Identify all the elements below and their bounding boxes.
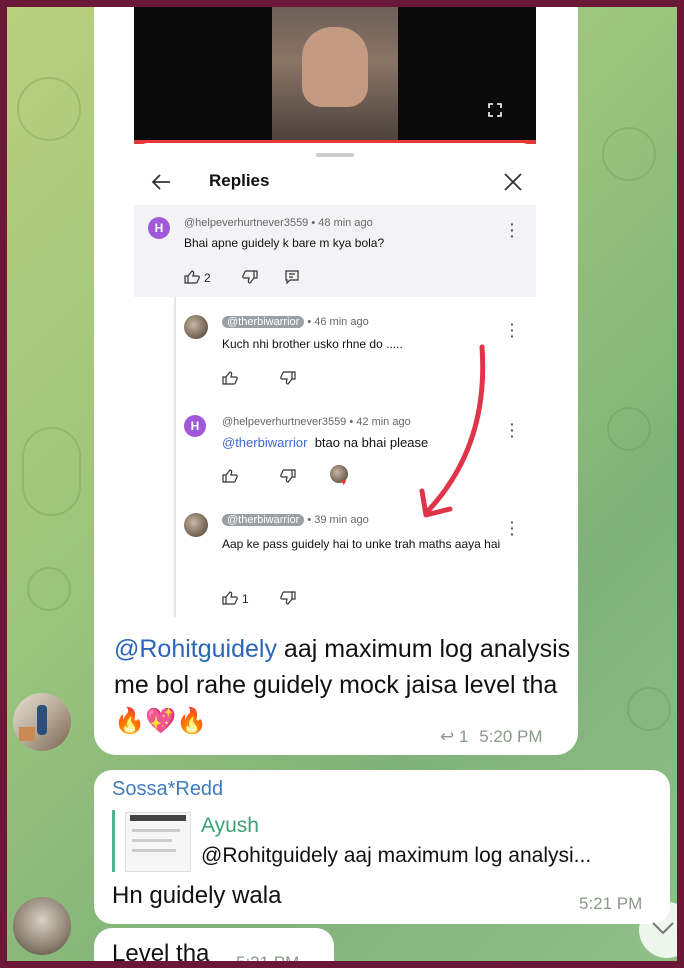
thumb-line <box>132 839 172 842</box>
message-text: @Rohitguidely aaj maximum log analysis m… <box>114 631 574 739</box>
avatar-box <box>19 727 35 741</box>
comment-user[interactable]: @helpeverhurtnever3559 <box>222 416 346 428</box>
kebab-icon[interactable]: · · · <box>510 417 515 443</box>
comment-user-tag[interactable]: @therbiwarrior <box>222 514 305 526</box>
comment-age: 39 min ago <box>314 514 369 526</box>
message-time: 5:21 PM <box>579 894 643 913</box>
like-icon[interactable] <box>222 469 238 483</box>
background-doodle <box>627 687 671 731</box>
like-icon[interactable] <box>222 371 238 385</box>
reply-count: 1 <box>458 727 469 746</box>
message-text: Level tha <box>112 940 210 961</box>
reply-icon[interactable] <box>284 270 300 284</box>
embedded-screenshot[interactable]: Replies H @helpeverhurtnever3559 • 48 mi… <box>94 7 578 617</box>
replies-header: Replies <box>134 143 536 205</box>
sender-name[interactable]: Sossa*Redd <box>112 778 223 801</box>
video-player[interactable] <box>134 7 536 143</box>
comment-meta: @therbiwarrior • 39 min ago <box>222 514 369 526</box>
like-count: 2 <box>204 271 211 285</box>
kebab-icon[interactable]: · · · <box>510 317 515 343</box>
replies-panel: Replies H @helpeverhurtnever3559 • 48 mi… <box>134 143 536 617</box>
kebab-icon[interactable]: · · · <box>510 515 515 541</box>
message-bubble[interactable]: Level tha 5:21 PM <box>94 928 334 961</box>
avatar[interactable]: H <box>184 415 206 437</box>
message-mention[interactable]: @Rohitguidely <box>114 635 277 663</box>
avatar[interactable] <box>184 315 208 339</box>
comment-body: btao na bhai please <box>314 435 429 450</box>
comment-user[interactable]: @helpeverhurtnever3559 <box>184 217 308 229</box>
video-thumbnail-hands <box>302 27 368 107</box>
red-arrow-annotation <box>419 344 486 518</box>
comment-text: Aap ke pass guidely hai to unke trah mat… <box>222 537 501 551</box>
avatar[interactable] <box>184 513 208 537</box>
kebab-icon[interactable]: · · · <box>510 217 515 243</box>
emoji-reactions: 🔥💖🔥 <box>114 707 208 735</box>
chat-background: Replies H @helpeverhurtnever3559 • 48 mi… <box>7 7 677 961</box>
background-doodle <box>27 567 71 611</box>
comment-age: 42 min ago <box>356 416 411 428</box>
comment-text: Kuch nhi brother usko rhne do ..... <box>222 337 403 351</box>
comment-age: 46 min ago <box>314 316 369 328</box>
reply-count-area[interactable]: ↩ 1 5:20 PM <box>440 727 543 747</box>
message-bubble-photo[interactable]: Replies H @helpeverhurtnever3559 • 48 mi… <box>94 7 578 755</box>
quote-text: @Rohitguidely aaj maximum log analysi... <box>201 844 592 867</box>
quote-thumbnail <box>125 812 191 872</box>
back-arrow-icon[interactable] <box>150 171 172 193</box>
dislike-icon[interactable] <box>242 270 258 284</box>
comment-mention[interactable]: @therbiwarrior <box>222 435 307 450</box>
comment-meta: @helpeverhurtnever3559 • 42 min ago <box>222 416 411 428</box>
dislike-icon[interactable] <box>280 591 296 605</box>
like-icon[interactable] <box>222 591 238 605</box>
quote-author: Ayush <box>201 814 259 837</box>
replies-title: Replies <box>209 171 270 190</box>
background-doodle <box>17 77 81 141</box>
background-doodle <box>607 407 651 451</box>
message-text: Hn guidely wala <box>112 882 282 909</box>
sender-avatar[interactable] <box>13 897 71 955</box>
quoted-message[interactable]: Ayush @Rohitguidely aaj maximum log anal… <box>112 810 665 872</box>
thumb-bar <box>130 815 186 821</box>
avatar[interactable]: H <box>148 217 170 239</box>
chevron-down-icon <box>652 922 674 935</box>
background-doodle <box>602 127 656 181</box>
like-count: 1 <box>242 592 249 606</box>
comment-top: H @helpeverhurtnever3559 • 48 min ago Bh… <box>134 205 536 297</box>
fullscreen-icon[interactable] <box>488 103 502 117</box>
message-time: 5:20 PM <box>479 727 543 746</box>
message-time: 5:21 PM <box>236 953 299 961</box>
thumb-line <box>132 829 180 832</box>
dislike-icon[interactable] <box>280 469 296 483</box>
avatar-figure <box>37 705 47 735</box>
like-icon[interactable] <box>184 270 200 284</box>
comment-meta: @helpeverhurtnever3559 • 48 min ago <box>184 217 373 229</box>
message-bubble-reply[interactable]: Sossa*Redd Ayush @Rohitguidely aaj maxim… <box>94 770 670 924</box>
comment-user-tag[interactable]: @therbiwarrior <box>222 316 305 328</box>
comment-meta: @therbiwarrior • 46 min ago <box>222 316 369 328</box>
forward-reply-icon: ↩ <box>440 727 455 746</box>
thumb-line <box>132 849 176 852</box>
thread-line <box>174 297 176 617</box>
close-icon[interactable] <box>502 171 524 193</box>
comment-text: Bhai apne guidely k bare m kya bola? <box>184 236 385 250</box>
sender-avatar[interactable] <box>13 693 71 751</box>
background-doodle <box>22 427 81 516</box>
dislike-icon[interactable] <box>280 371 296 385</box>
heart-icon: ♥ <box>341 477 347 487</box>
comment-text: @therbiwarrior btao na bhai please <box>222 435 428 450</box>
comment-age: 48 min ago <box>318 217 373 229</box>
